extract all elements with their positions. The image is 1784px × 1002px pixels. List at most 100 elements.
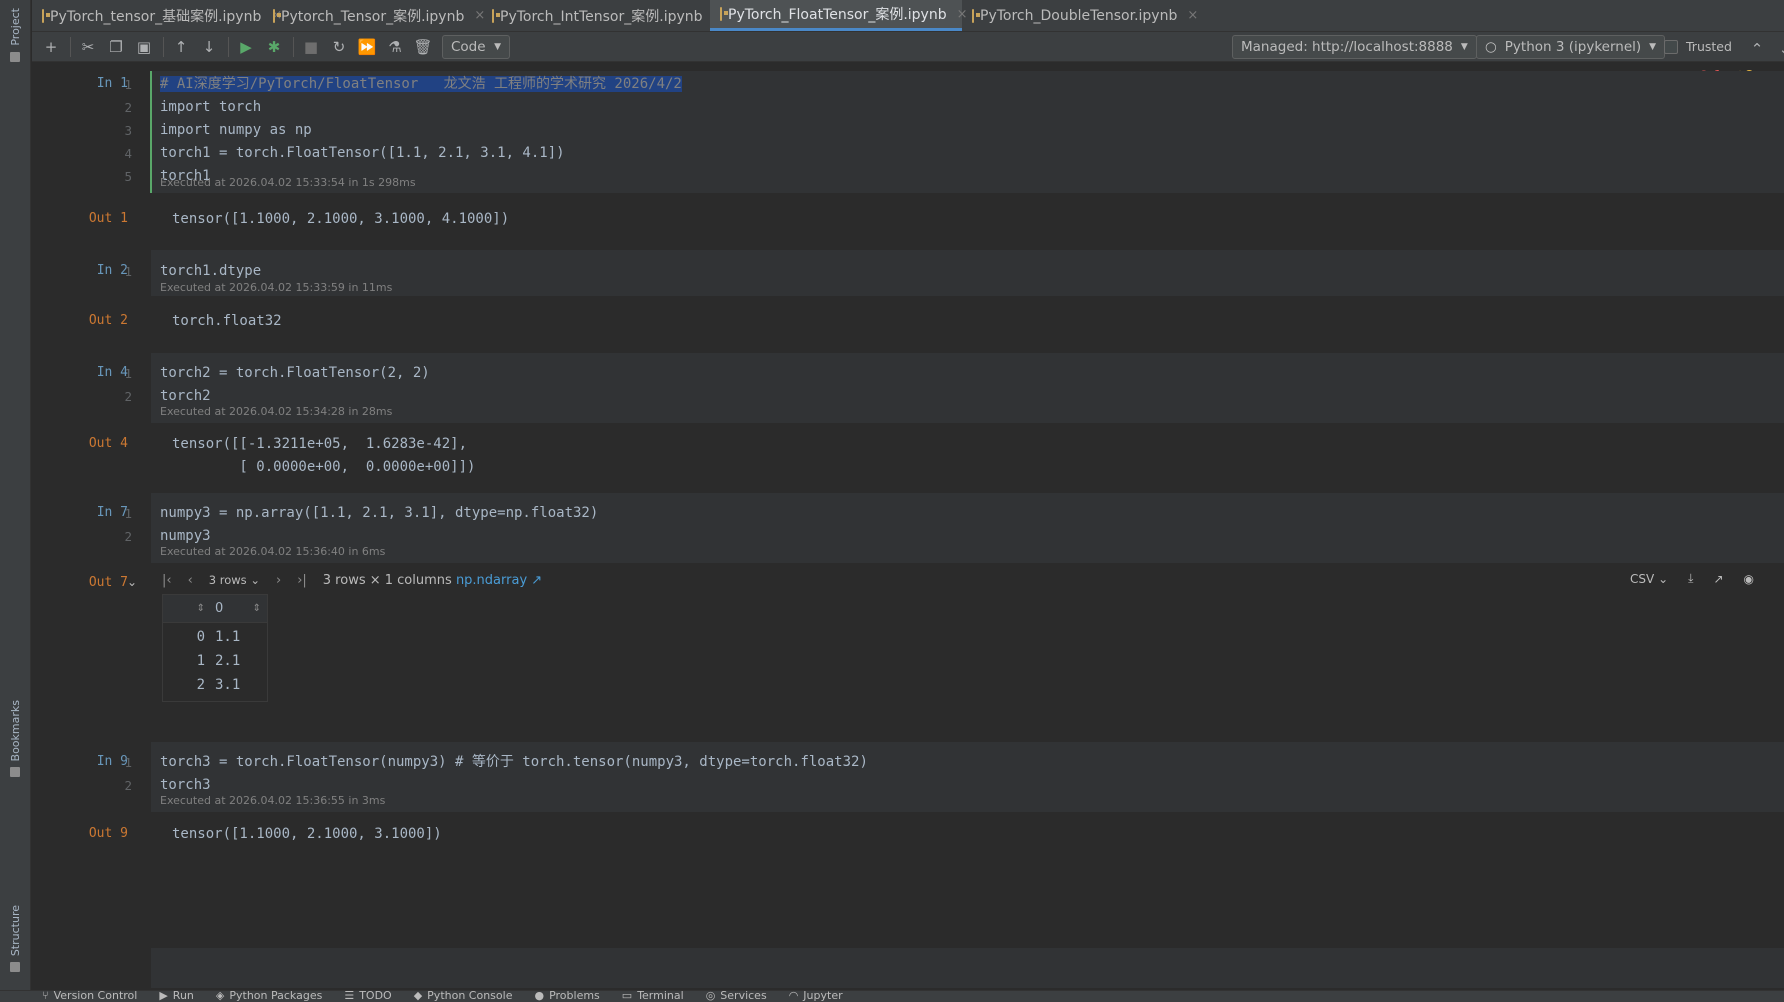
cell-output-line: tensor([[-1.3211e+05, 1.6283e-42], — [172, 436, 468, 452]
copy-cell-button[interactable]: ❐ — [103, 35, 129, 59]
services-tab[interactable]: ◎ Services — [706, 991, 767, 1002]
move-cell-up-button[interactable]: ↑ — [168, 35, 194, 59]
open-external-icon[interactable]: ↗ — [1713, 572, 1723, 586]
jupyter-tab[interactable]: ◠ Jupyter — [789, 990, 843, 1002]
table-row[interactable]: 2 3.1 — [163, 677, 267, 701]
rows-selector[interactable]: 3 rows ⌄ — [209, 573, 260, 587]
code-line[interactable]: torch3 = torch.FloatTensor(numpy3) # 等价于… — [160, 751, 868, 774]
line-number: 5 — [124, 169, 132, 184]
clear-outputs-button[interactable]: ⚗ — [382, 35, 408, 59]
run-cell-button[interactable]: ▶ — [233, 35, 259, 59]
code-cell-2[interactable] — [151, 250, 1784, 296]
clipboard-icon: ▣ — [136, 37, 152, 56]
bookmarks-tool-tab[interactable]: Bookmarks — [4, 700, 26, 778]
line-number: 1 — [124, 77, 132, 92]
jupyter-server-dropdown[interactable]: Managed: http://localhost:8888 ▼ — [1232, 35, 1477, 59]
run-icon: ▶ — [240, 37, 252, 56]
run-tab[interactable]: ▶ Run — [159, 990, 194, 1002]
code-line[interactable]: numpy3 = np.array([1.1, 2.1, 3.1], dtype… — [160, 502, 598, 525]
tab-pytorch-inttensor[interactable]: PyTorch_IntTensor_案例.ipynb × — [482, 0, 723, 31]
code-line[interactable]: import torch — [160, 96, 261, 119]
execution-info: Executed at 2026.04.02 15:34:28 in 28ms — [160, 405, 393, 418]
previous-page-icon[interactable]: ‹ — [188, 573, 193, 588]
tab-label: Run — [172, 990, 194, 1002]
notebook-editor: ❶ 1 ⚠2 In 1 1 2 3 4 5 # AI深度学习/PyTorch/F… — [32, 63, 1784, 993]
add-cell-button[interactable]: + — [38, 35, 64, 59]
dataframe-summary: 3 rows × 1 columns np.ndarray ↗ — [323, 573, 542, 588]
cell-value: 1.1 — [215, 629, 241, 645]
trusted-checkbox[interactable] — [1664, 39, 1678, 54]
code-line[interactable]: # AI深度学习/PyTorch/FloatTensor 龙文浩 工程师的学术研… — [160, 73, 682, 96]
todo-tab[interactable]: ☰ TODO — [344, 990, 392, 1002]
download-icon[interactable]: ⤓ — [1688, 571, 1693, 586]
column-header-label: 0 — [215, 601, 224, 616]
list-icon: ☰ — [344, 990, 355, 1002]
selected-comment-text: # AI深度学习/PyTorch/FloatTensor 龙文浩 工程师的学术研… — [160, 76, 682, 92]
last-page-icon[interactable]: ›| — [297, 573, 307, 588]
code-cell-next[interactable] — [151, 948, 1784, 988]
line-number: 2 — [124, 529, 132, 544]
tab-label: TODO — [359, 990, 392, 1002]
restart-icon: ↻ — [332, 37, 346, 56]
first-page-icon[interactable]: |‹ — [162, 573, 172, 588]
debug-cell-button[interactable]: ✱ — [261, 35, 287, 59]
stop-icon: ■ — [303, 37, 319, 56]
problems-tab[interactable]: ● Problems — [534, 991, 599, 1002]
delete-cell-button[interactable]: 🗑 — [410, 35, 436, 59]
tab-label: Jupyter — [803, 990, 843, 1002]
code-line[interactable]: torch2 = torch.FloatTensor(2, 2) — [160, 362, 430, 385]
arrow-down-icon: ↓ — [202, 37, 216, 56]
chevron-down-icon: ▼ — [1649, 42, 1657, 52]
table-row[interactable]: 1 2.1 — [163, 653, 267, 677]
terminal-icon: ▭ — [621, 990, 633, 1002]
execution-info: Executed at 2026.04.02 15:36:40 in 6ms — [160, 545, 386, 558]
terminal-tab[interactable]: ▭ Terminal — [621, 990, 684, 1002]
line-number: 2 — [124, 778, 132, 793]
index-sort-icon[interactable]: ⇕ — [163, 595, 211, 622]
previous-cell-button[interactable]: ⌃ — [1744, 37, 1770, 61]
cut-cell-button[interactable]: ✂ — [75, 35, 101, 59]
tab-pytorch-floattensor[interactable]: PyTorch_FloatTensor_案例.ipynb × — [710, 0, 968, 31]
type-link[interactable]: np.ndarray ↗ — [456, 573, 542, 588]
python-packages-tab[interactable]: ◈ Python Packages — [216, 991, 322, 1002]
code-line[interactable]: torch1 = torch.FloatTensor([1.1, 2.1, 3.… — [160, 142, 565, 165]
table-row[interactable]: 0 1.1 — [163, 629, 267, 653]
close-icon[interactable]: × — [1187, 8, 1198, 23]
python-console-tab[interactable]: ◆ Python Console — [414, 991, 513, 1002]
move-cell-down-button[interactable]: ↓ — [196, 35, 222, 59]
cell-value: 2.1 — [215, 653, 241, 669]
export-format-dropdown[interactable]: CSV ⌄ — [1630, 572, 1668, 586]
project-tab-label: Project — [8, 8, 22, 46]
trusted-toggle[interactable]: Trusted — [1664, 39, 1732, 54]
tab-pytorch-doubletensor[interactable]: PyTorch_DoubleTensor.ipynb × — [962, 0, 1198, 31]
broom-icon: ⚗ — [388, 37, 402, 56]
eye-icon[interactable]: ◉ — [1744, 572, 1754, 586]
chevron-down-icon: ⌄ — [1779, 40, 1784, 58]
line-number: 3 — [124, 123, 132, 138]
server-value: Managed: http://localhost:8888 — [1241, 39, 1453, 55]
branch-icon: ⑂ — [42, 990, 49, 1002]
structure-tool-tab[interactable]: Structure — [4, 905, 26, 973]
next-page-icon[interactable]: › — [276, 573, 281, 588]
code-line[interactable]: torch1.dtype — [160, 260, 261, 283]
cell-out-label: Out 9 — [88, 826, 128, 841]
bookmark-icon — [10, 767, 20, 778]
project-tool-tab[interactable]: Project — [4, 8, 26, 62]
paste-cell-button[interactable]: ▣ — [131, 35, 157, 59]
collapse-output-icon[interactable]: ⌄ — [127, 575, 137, 589]
code-line[interactable]: import numpy as np — [160, 119, 312, 142]
cell-type-dropdown[interactable]: Code ▼ — [442, 34, 510, 59]
notebook-file-icon — [492, 8, 500, 23]
tab-pytorch-tensor[interactable]: Pytorch_Tensor_案例.ipynb × — [263, 0, 485, 31]
toolbar-divider — [70, 36, 71, 57]
next-cell-button[interactable]: ⌄ — [1772, 37, 1784, 61]
version-control-tab[interactable]: ⑂ Version Control — [42, 990, 137, 1002]
kernel-dropdown[interactable]: ○ Python 3 (ipykernel) ▼ — [1476, 35, 1666, 59]
dataframe-actions: CSV ⌄ ⤓ ↗ ◉ — [1630, 571, 1754, 586]
column-header[interactable]: 0 ⇕ — [211, 595, 267, 622]
line-number: 1 — [124, 264, 132, 279]
run-all-button[interactable]: ⏩ — [354, 35, 380, 59]
tab-pytorch-tensor-basic[interactable]: PyTorch_tensor_基础案例.ipynb × — [32, 0, 282, 31]
interrupt-kernel-button[interactable]: ■ — [298, 35, 324, 59]
restart-kernel-button[interactable]: ↻ — [326, 35, 352, 59]
